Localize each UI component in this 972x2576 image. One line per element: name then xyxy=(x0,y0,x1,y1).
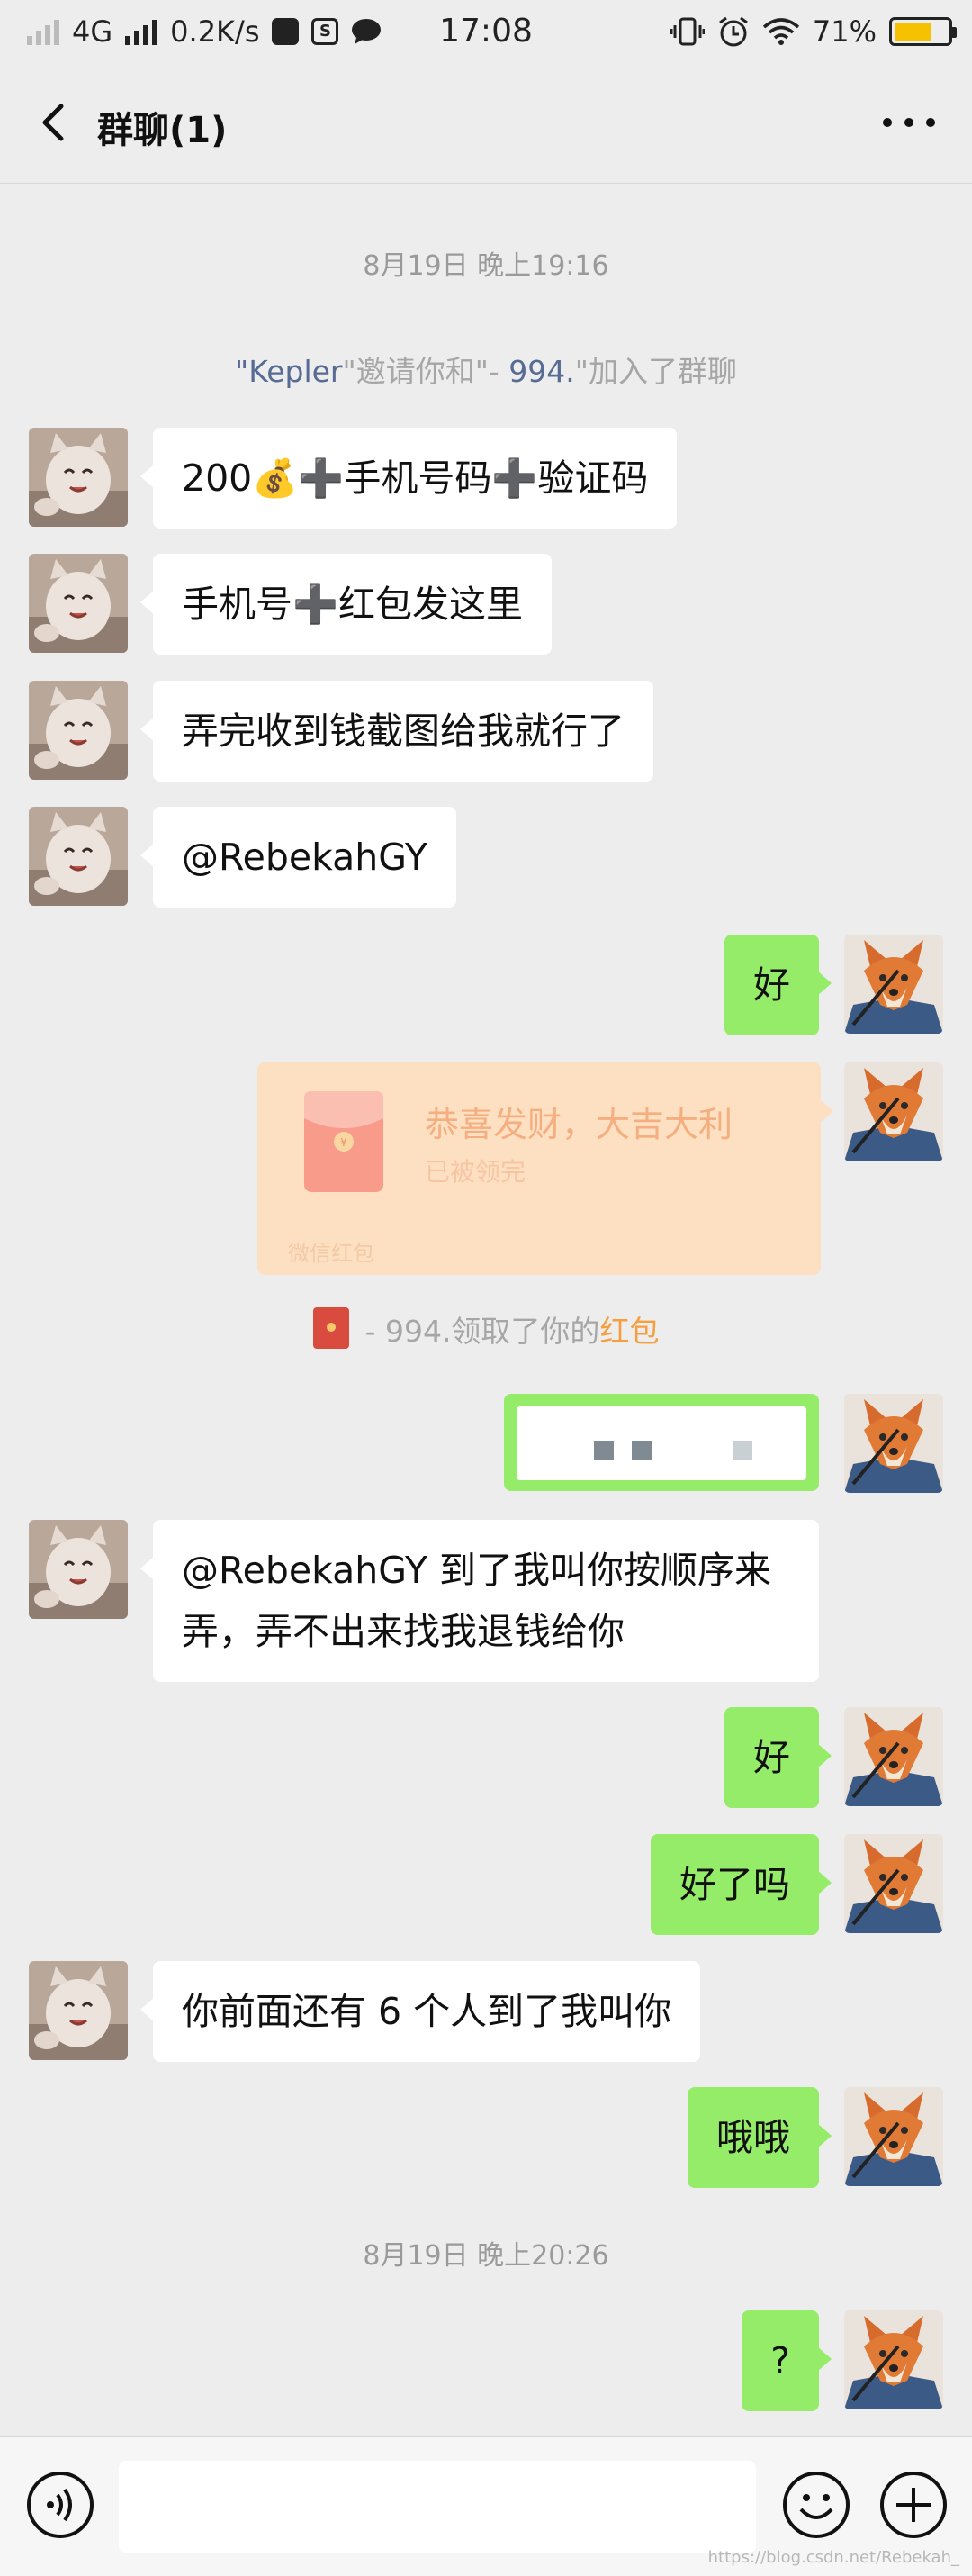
input-bar: https://blog.csdn.net/Rebekah_ xyxy=(0,2436,972,2576)
packet-claimed-notice: - 994.领取了你的红包 xyxy=(0,1307,972,1351)
battery-fill xyxy=(895,23,932,41)
message-bubble[interactable]: @RebekahGY 到了我叫你按顺序来弄，弄不出来找我退钱给你 xyxy=(140,1520,819,1682)
message-bubble[interactable]: 好了吗 xyxy=(651,1834,832,1935)
red-packet-icon: ¥ xyxy=(304,1091,383,1192)
more-dots-icon[interactable] xyxy=(877,101,941,144)
my-avatar[interactable] xyxy=(844,1834,943,1933)
avatar[interactable] xyxy=(29,681,128,780)
avatar[interactable] xyxy=(29,554,128,653)
packet-link[interactable]: 红包 xyxy=(599,1314,659,1349)
red-packet-status: 已被领完 xyxy=(425,1157,526,1187)
invite-end: "加入了群聊 xyxy=(574,354,737,389)
wifi-icon xyxy=(762,18,800,45)
timestamp: 8月19日 晚上20:26 xyxy=(363,2240,609,2272)
avatar[interactable] xyxy=(29,1961,128,2060)
invite-mid: "邀请你和"- xyxy=(342,354,509,389)
battery-percent: 71% xyxy=(812,14,877,49)
packet-claimed-text: - 994.领取了你的 xyxy=(364,1314,600,1349)
status-right: 71% xyxy=(670,13,957,50)
red-packet-card[interactable]: ¥ 恭喜发财，大吉大利 已被领完 微信红包 xyxy=(257,1062,833,1275)
vibrate-icon xyxy=(670,17,705,46)
chat-title: 群聊(1) xyxy=(97,110,228,151)
red-packet-footer: 微信红包 xyxy=(288,1241,374,1266)
message-bubble[interactable]: 200💰➕手机号码➕验证码 xyxy=(140,428,678,529)
message-bubble[interactable]: 哦哦 xyxy=(688,2087,832,2188)
my-avatar[interactable] xyxy=(844,1707,943,1806)
redaction-block xyxy=(733,1441,752,1460)
inviter-name[interactable]: Kepler xyxy=(248,354,342,389)
avatar[interactable] xyxy=(29,1520,128,1619)
message-bubble[interactable]: 你前面还有 6 个人到了我叫你 xyxy=(140,1961,701,2062)
chat-header: 群聊(1) xyxy=(0,63,972,184)
my-avatar[interactable] xyxy=(844,1394,943,1493)
message-input[interactable] xyxy=(119,2461,756,2553)
alarm-icon xyxy=(719,16,748,47)
invitee-name[interactable]: 994. xyxy=(508,354,574,389)
chevron-left-icon[interactable] xyxy=(27,95,81,149)
svg-text:¥: ¥ xyxy=(340,1136,347,1149)
redacted-image-bubble[interactable] xyxy=(504,1394,819,1491)
my-avatar[interactable] xyxy=(844,2087,943,2186)
invite-notice: "Kepler"邀请你和"- 994."加入了群聊 xyxy=(0,348,972,391)
battery-icon xyxy=(889,17,957,46)
plus-circle-icon[interactable] xyxy=(878,2470,949,2540)
emoji-icon[interactable] xyxy=(781,2470,851,2540)
status-bar: 4G 0.2K/s S 17:08 71% xyxy=(0,0,972,63)
message-bubble[interactable]: 好 xyxy=(724,1707,832,1808)
timestamp: 8月19日 晚上19:16 xyxy=(363,250,609,282)
my-avatar[interactable] xyxy=(844,935,943,1034)
my-avatar[interactable] xyxy=(844,2310,943,2409)
avatar[interactable] xyxy=(29,807,128,906)
invite-quote: " xyxy=(235,354,249,389)
message-bubble[interactable]: @RebekahGY xyxy=(140,807,457,908)
small-red-packet-icon xyxy=(312,1307,349,1349)
message-bubble[interactable]: 弄完收到钱截图给我就行了 xyxy=(140,681,653,782)
redaction-block xyxy=(632,1441,652,1460)
avatar[interactable] xyxy=(29,428,128,527)
message-bubble[interactable]: 好 xyxy=(724,935,832,1035)
redaction-block xyxy=(594,1441,614,1460)
message-bubble[interactable]: 手机号➕红包发这里 xyxy=(140,554,553,655)
voice-icon[interactable] xyxy=(25,2470,95,2540)
redacted-area xyxy=(517,1406,806,1480)
my-avatar[interactable] xyxy=(844,1062,943,1161)
message-bubble[interactable]: ? xyxy=(742,2310,832,2411)
red-packet-title: 恭喜发财，大吉大利 xyxy=(425,1105,734,1144)
watermark: https://blog.csdn.net/Rebekah_ xyxy=(707,2548,959,2567)
